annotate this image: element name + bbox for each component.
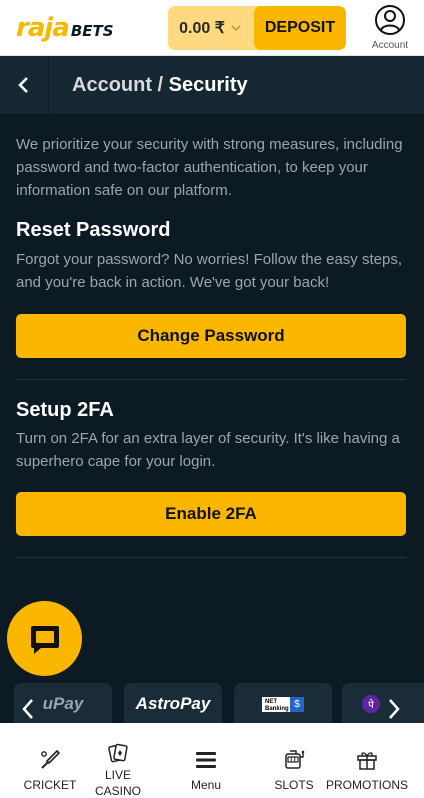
nav-label: SLOTS xyxy=(274,778,314,792)
nav-item-slots[interactable]: SLOTS xyxy=(264,723,324,798)
nav-item-live-casino[interactable]: LIVE CASINO xyxy=(88,723,148,798)
change-password-button[interactable]: Change Password xyxy=(16,314,406,358)
nav-label: CRICKET xyxy=(23,778,77,792)
playing-cards-icon xyxy=(106,741,130,765)
account-button[interactable]: Account xyxy=(362,4,418,52)
top-header: raja BETS 0.00 ₹ DEPOSIT Account xyxy=(0,0,424,56)
hamburger-menu-icon xyxy=(194,748,218,772)
breadcrumb: Account / Security xyxy=(72,56,248,114)
setup-2fa-description: Turn on 2FA for an extra layer of securi… xyxy=(16,430,400,470)
nav-item-promotions[interactable]: PROMOTIONS xyxy=(326,723,408,798)
page-header: Account / Security xyxy=(0,56,424,114)
back-button[interactable] xyxy=(0,56,48,114)
chat-bubble-icon xyxy=(30,625,59,654)
user-icon xyxy=(375,5,405,35)
security-intro-text: We prioritize your security with strong … xyxy=(16,136,403,199)
upi-logo-icon: uPay xyxy=(42,694,84,713)
nav-label: Menu xyxy=(190,778,222,792)
astropay-logo-icon: AstroPay xyxy=(135,694,211,713)
chevron-left-icon xyxy=(18,77,28,93)
deposit-button[interactable]: DEPOSIT xyxy=(254,6,346,50)
breadcrumb-separator: / xyxy=(152,73,169,96)
breadcrumb-parent[interactable]: Account xyxy=(72,74,152,97)
bottom-navigation: CRICKET LIVE CASINO Menu SLOTS PROMOTION… xyxy=(0,723,424,798)
phonepe-logo-icon: पे xyxy=(362,695,380,713)
chevron-right-icon xyxy=(389,699,400,719)
balance-value: 0.00 ₹ xyxy=(179,20,225,37)
live-chat-button[interactable] xyxy=(7,601,82,676)
logo-text-main: raja xyxy=(16,13,70,43)
nav-item-cricket[interactable]: CRICKET xyxy=(20,723,80,798)
nav-label: PROMOTIONS xyxy=(326,778,409,792)
netbanking-logo-icon: NET Banking $ xyxy=(262,696,304,712)
setup-2fa-title: Setup 2FA xyxy=(16,399,114,421)
payment-card-netbanking[interactable]: NET Banking $ xyxy=(234,683,332,723)
account-label: Account xyxy=(371,40,409,51)
nav-item-menu[interactable]: Menu xyxy=(176,723,236,798)
chevron-left-icon xyxy=(22,699,33,719)
chevron-down-icon xyxy=(231,25,241,32)
cricket-bat-icon xyxy=(38,748,62,772)
nav-label: LIVE CASINO xyxy=(94,768,141,798)
page-title: Security xyxy=(168,73,248,96)
carousel-next-button[interactable] xyxy=(380,689,408,723)
header-divider xyxy=(48,56,49,114)
section-divider xyxy=(16,557,406,558)
slot-machine-icon xyxy=(282,748,306,772)
payment-card-astropay[interactable]: AstroPay xyxy=(124,683,222,723)
logo-text-suffix: BETS xyxy=(70,22,114,40)
enable-2fa-button[interactable]: Enable 2FA xyxy=(16,492,406,536)
reset-password-description: Forgot your password? No worries! Follow… xyxy=(16,251,402,291)
reset-password-title: Reset Password xyxy=(16,219,171,241)
gift-icon xyxy=(355,748,379,772)
brand-logo[interactable]: raja BETS xyxy=(16,14,114,42)
section-divider xyxy=(16,379,406,380)
balance-dropdown[interactable]: 0.00 ₹ xyxy=(168,6,254,50)
carousel-prev-button[interactable] xyxy=(14,689,42,723)
payment-methods-carousel[interactable]: uPay AstroPay NET Banking $ पे xyxy=(0,683,424,723)
wallet-widget: 0.00 ₹ DEPOSIT xyxy=(168,6,346,50)
